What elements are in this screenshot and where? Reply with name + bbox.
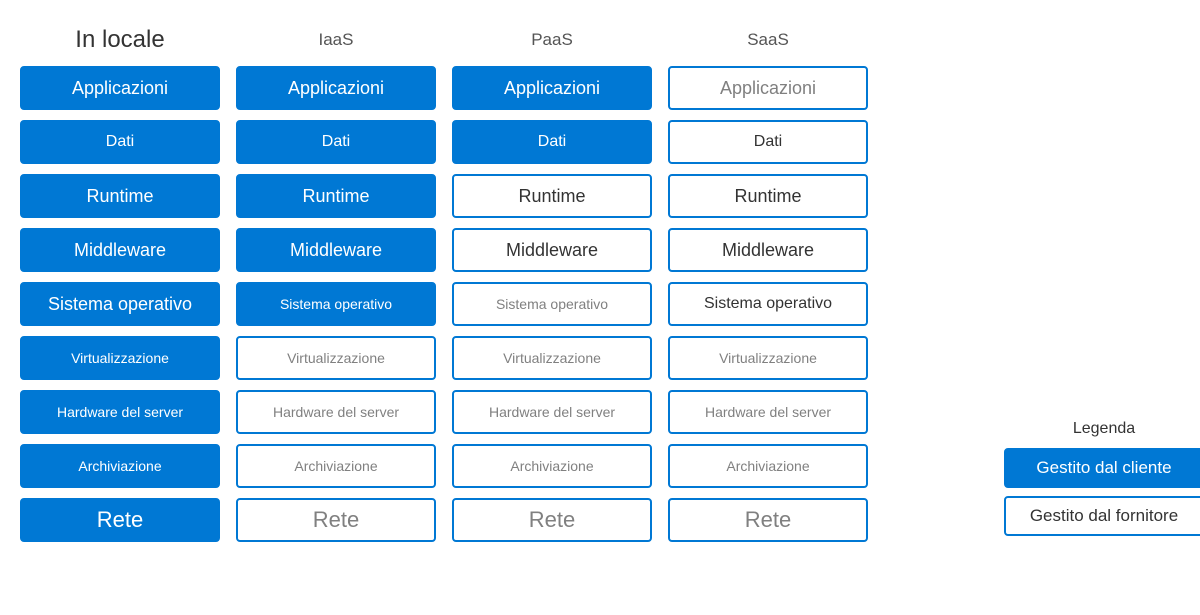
column-header: IaaS <box>236 20 436 60</box>
layer-cell: Virtualizzazione <box>20 336 220 380</box>
layer-cell: Archiviazione <box>236 444 436 488</box>
layer-cell: Middleware <box>668 228 868 272</box>
column-header: In locale <box>20 20 220 60</box>
layer-cell: Hardware del server <box>20 390 220 434</box>
layer-cell: Runtime <box>668 174 868 218</box>
diagram-container: In locale Applicazioni Dati Runtime Middlewa… <box>20 20 1180 552</box>
layer-cell: Rete <box>668 498 868 542</box>
layer-cell: Dati <box>668 120 868 164</box>
legend: Legenda Gestito dal cliente Gestito dal f… <box>1004 420 1200 552</box>
column-header: SaaS <box>668 20 868 60</box>
layer-cell: Runtime <box>452 174 652 218</box>
layer-cell: Virtualizzazione <box>236 336 436 380</box>
layer-cell: Applicazioni <box>452 66 652 110</box>
layer-cell: Archiviazione <box>20 444 220 488</box>
legend-item: Gestito dal fornitore <box>1004 496 1200 536</box>
column-3: SaaS Applicazioni Dati Runtime Middleware Sis… <box>668 20 868 552</box>
layer-cell: Virtualizzazione <box>668 336 868 380</box>
column-1: IaaS Applicazioni Dati Runtime Middleware Sis… <box>236 20 436 552</box>
layer-cell: Hardware del server <box>452 390 652 434</box>
layer-cell: Middleware <box>452 228 652 272</box>
layer-cell: Sistema operativo <box>236 282 436 326</box>
layer-cell: Runtime <box>20 174 220 218</box>
layer-cell: Hardware del server <box>236 390 436 434</box>
legend-item: Gestito dal cliente <box>1004 448 1200 488</box>
layer-cell: Sistema operativo <box>20 282 220 326</box>
layer-cell: Applicazioni <box>668 66 868 110</box>
layer-cell: Sistema operativo <box>668 282 868 326</box>
layer-cell: Rete <box>20 498 220 542</box>
legend-title: Legenda <box>1073 420 1135 438</box>
layer-cell: Archiviazione <box>452 444 652 488</box>
column-0: In locale Applicazioni Dati Runtime Middlewa… <box>20 20 220 552</box>
layer-cell: Runtime <box>236 174 436 218</box>
layer-cell: Virtualizzazione <box>452 336 652 380</box>
layer-cell: Middleware <box>236 228 436 272</box>
layer-cell: Middleware <box>20 228 220 272</box>
layer-cell: Applicazioni <box>20 66 220 110</box>
layer-cell: Archiviazione <box>668 444 868 488</box>
layer-cell: Dati <box>236 120 436 164</box>
column-header: PaaS <box>452 20 652 60</box>
layer-cell: Applicazioni <box>236 66 436 110</box>
layer-cell: Hardware del server <box>668 390 868 434</box>
column-2: PaaS Applicazioni Dati Runtime Middleware Sis… <box>452 20 652 552</box>
layer-cell: Rete <box>452 498 652 542</box>
layer-cell: Rete <box>236 498 436 542</box>
layer-cell: Dati <box>20 120 220 164</box>
layer-cell: Sistema operativo <box>452 282 652 326</box>
layer-cell: Dati <box>452 120 652 164</box>
